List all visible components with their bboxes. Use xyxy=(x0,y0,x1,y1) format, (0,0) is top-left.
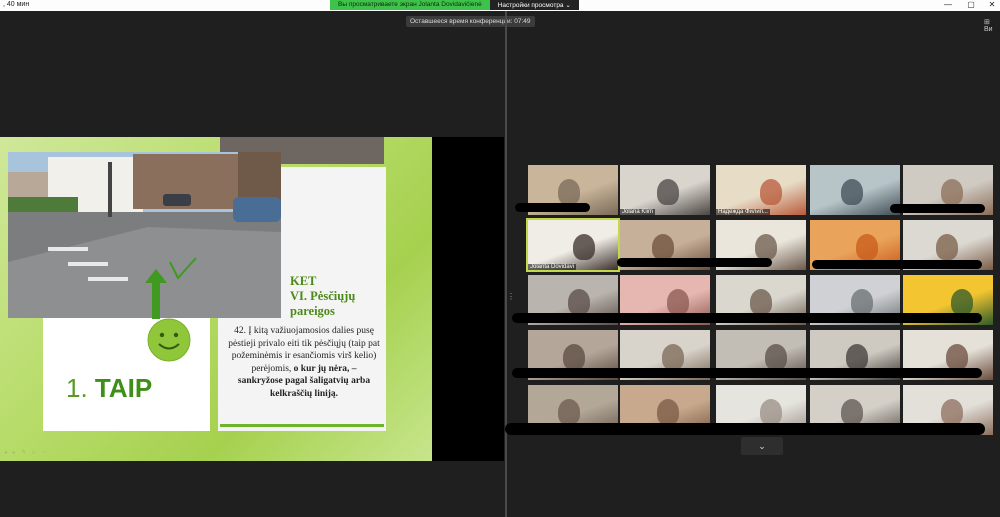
participant-silhouette xyxy=(568,289,590,315)
slide-letterbox xyxy=(432,137,504,461)
heading-line: KET xyxy=(290,274,317,288)
participant-silhouette xyxy=(563,344,585,370)
grid-view-icon: ⊞ xyxy=(984,19,990,26)
redaction-mark xyxy=(515,203,590,212)
slide-tools[interactable]: ◂ ▸ ✎ ⌕ ⋯ xyxy=(4,449,49,457)
participant-silhouette xyxy=(657,179,679,205)
view-layout-button[interactable]: ⊞ Ви xyxy=(984,18,1000,33)
scroll-down-button[interactable]: ⌄ xyxy=(741,437,783,455)
redaction-mark xyxy=(617,258,772,267)
arrow-up-icon xyxy=(145,269,167,319)
participant-silhouette xyxy=(667,289,689,315)
rule-text: 42. Į kitą važiuojamosios dalies pusę pė… xyxy=(228,325,380,400)
split-divider[interactable] xyxy=(505,11,507,517)
screen-share-banner: Вы просматриваете экран Jolanta Dovidavi… xyxy=(330,0,579,10)
close-icon[interactable]: ✕ xyxy=(984,0,1000,10)
redaction-mark xyxy=(812,260,982,269)
participant-silhouette xyxy=(558,399,580,425)
redaction-mark xyxy=(512,368,982,378)
redaction-mark xyxy=(890,204,985,213)
shared-screen-slide: KET VI. Pėsčiųjų pareigos 42. Į kitą važ… xyxy=(0,137,432,461)
participant-name: Jolanta Dovidavi xyxy=(528,264,577,270)
window-title-bar: , 40 мин Вы просматриваете экран Jolanta… xyxy=(0,0,1000,11)
drag-handle-icon[interactable]: ⋮ xyxy=(507,292,515,301)
answer-number: 1. xyxy=(66,373,88,403)
participant-silhouette xyxy=(856,234,878,260)
answer-label: 1. TAIP xyxy=(66,373,152,404)
view-options-button[interactable]: Настройки просмотра ⌄ xyxy=(489,0,579,10)
participant-silhouette xyxy=(851,289,873,315)
share-status-label: Вы просматриваете экран Jolanta Dovidavi… xyxy=(330,0,490,10)
participant-video-tile[interactable]: Jolanta Dovidavi xyxy=(526,218,620,272)
answer-word: TAIP xyxy=(94,373,153,403)
participant-silhouette xyxy=(936,234,958,260)
participant-silhouette xyxy=(841,399,863,425)
participant-silhouette xyxy=(760,399,782,425)
minimize-icon[interactable]: — xyxy=(940,0,956,10)
participant-video-tile[interactable]: Jolana Klim xyxy=(620,165,710,215)
participant-silhouette xyxy=(657,399,679,425)
slide-heading: KET VI. Pėsčiųjų pareigos xyxy=(290,274,382,319)
participant-silhouette xyxy=(841,179,863,205)
participant-silhouette xyxy=(941,179,963,205)
chevron-down-icon: ⌄ xyxy=(758,441,766,451)
maximize-icon[interactable]: ▢ xyxy=(963,0,979,10)
checkmark-icon xyxy=(169,257,197,280)
view-layout-label: Ви xyxy=(984,26,993,33)
participant-name: Jolana Klim xyxy=(620,209,656,215)
participant-silhouette xyxy=(765,344,787,370)
participant-silhouette xyxy=(941,399,963,425)
participant-silhouette xyxy=(946,344,968,370)
smiley-icon xyxy=(147,318,191,362)
participant-silhouette xyxy=(652,234,674,260)
meeting-time-remaining: Оставшееся время конференции: 07:49 xyxy=(406,16,535,27)
participant-silhouette xyxy=(760,179,782,205)
heading-line: pareigos xyxy=(290,304,335,318)
participant-silhouette xyxy=(558,179,580,205)
rule-underline xyxy=(220,424,384,427)
redaction-mark xyxy=(512,313,982,323)
participant-name: Надежда Филип... xyxy=(716,209,770,215)
participant-silhouette xyxy=(662,344,684,370)
zoom-meeting-window: , 40 мин Вы просматриваете экран Jolanta… xyxy=(0,0,1000,517)
participant-silhouette xyxy=(951,289,973,315)
participant-silhouette xyxy=(846,344,868,370)
participant-silhouette xyxy=(750,289,772,315)
heading-line: VI. Pėsčiųjų xyxy=(290,289,356,303)
redaction-mark xyxy=(505,423,985,435)
participant-silhouette xyxy=(755,234,777,260)
participant-video-tile[interactable]: Надежда Филип... xyxy=(716,165,806,215)
participant-video-tile[interactable] xyxy=(810,165,900,215)
participant-silhouette xyxy=(573,234,595,260)
time-left-label: , 40 мин xyxy=(3,1,30,8)
